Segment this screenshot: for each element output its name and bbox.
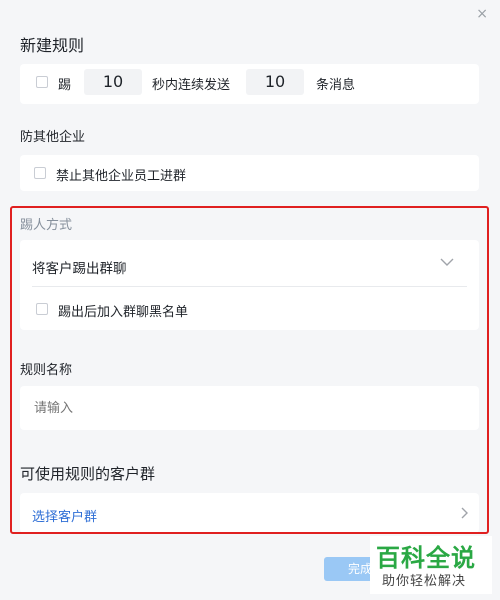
message-count-input[interactable]: 10 (246, 69, 304, 95)
kick-method-divider (32, 286, 467, 287)
kick-method-label: 踢人方式 (20, 218, 73, 233)
seconds-input[interactable]: 10 (84, 69, 142, 95)
rule-name-card (20, 386, 479, 430)
prevent-other-company-checkbox[interactable] (34, 167, 46, 179)
kick-label: 踢 (58, 78, 72, 93)
watermark-title: 百科全说 (376, 544, 476, 572)
seconds-continuous-label: 秒内连续发送 (152, 78, 231, 93)
blacklist-checkbox[interactable] (36, 303, 48, 315)
frequency-rule-checkbox[interactable] (36, 76, 48, 88)
rule-name-label: 规则名称 (20, 363, 73, 378)
prevent-other-company-label: 防其他企业 (20, 130, 86, 145)
customer-groups-card[interactable]: 选择客户群 (20, 493, 479, 533)
customer-groups-label: 可使用规则的客户群 (20, 465, 156, 483)
select-customer-groups-link[interactable]: 选择客户群 (32, 506, 97, 525)
kick-method-select[interactable]: 将客户踢出群聊 (32, 257, 127, 277)
close-icon[interactable]: × (476, 6, 488, 22)
kick-method-card: 将客户踢出群聊 踢出后加入群聊黑名单 (20, 240, 479, 330)
watermark-logo: 百科全说 助你轻松解决 (370, 536, 492, 594)
messages-label: 条消息 (316, 78, 356, 93)
dialog-title: 新建规则 (20, 36, 85, 55)
watermark-subtitle: 助你轻松解决 (382, 574, 467, 589)
chevron-down-icon[interactable] (440, 257, 454, 267)
prevent-other-company-checkbox-label: 禁止其他企业员工进群 (56, 169, 187, 184)
prevent-other-company-card: 禁止其他企业员工进群 (20, 155, 479, 191)
rule-name-input[interactable] (34, 396, 454, 420)
chevron-right-icon (461, 507, 468, 519)
frequency-rule-card: 踢 10 秒内连续发送 10 条消息 (20, 64, 479, 104)
blacklist-checkbox-label: 踢出后加入群聊黑名单 (58, 305, 189, 320)
